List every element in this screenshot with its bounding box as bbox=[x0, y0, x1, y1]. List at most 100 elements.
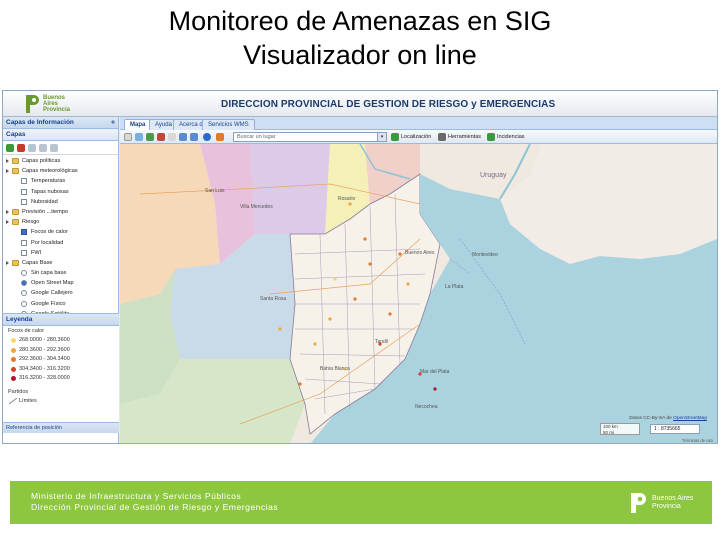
info-icon[interactable] bbox=[203, 133, 211, 141]
expand-arrow-icon[interactable] bbox=[6, 260, 9, 265]
next-view-icon[interactable] bbox=[190, 133, 198, 141]
map-place-label: Buenos Aires bbox=[405, 250, 435, 256]
layer-tree-item[interactable]: Google Físico bbox=[3, 299, 118, 309]
expand-arrow-icon[interactable] bbox=[6, 169, 9, 174]
legend-swatch bbox=[11, 376, 16, 381]
app-logo[interactable]: Buenos Aires Provincia bbox=[25, 94, 95, 114]
osm-link[interactable]: OpenStreetMap bbox=[673, 416, 707, 421]
tab-servicios-wms[interactable]: Servicios WMS bbox=[202, 119, 255, 130]
move-down-icon[interactable] bbox=[50, 143, 58, 152]
basemap-radio[interactable] bbox=[21, 280, 27, 287]
layer-tree-item[interactable]: Temperaturas bbox=[3, 176, 118, 186]
province-p-icon bbox=[26, 95, 39, 113]
footer-text: Ministerio de Infraestructura y Servicio… bbox=[31, 491, 278, 513]
layer-tree-label: Temperaturas bbox=[31, 178, 66, 185]
map-place-label: Villa Mercedes bbox=[240, 204, 273, 210]
layer-checkbox[interactable] bbox=[21, 188, 27, 195]
layer-tree-label: Sin capa base bbox=[31, 270, 67, 277]
map-view[interactable]: San Luis Villa Mercedes Rosario Uruguay Buen… bbox=[120, 144, 717, 443]
legend-title: Leyenda bbox=[6, 316, 33, 323]
zoom-in-icon[interactable] bbox=[146, 133, 154, 141]
basemap-radio[interactable] bbox=[21, 290, 27, 297]
layer-checkbox[interactable] bbox=[21, 229, 27, 236]
legend-rows: 268.0000 - 280.3600 280.3600 - 292.3600 29… bbox=[3, 336, 119, 384]
layer-tree-item[interactable]: Nubosidad bbox=[3, 197, 118, 207]
zoom-extent-icon[interactable] bbox=[168, 133, 176, 141]
expand-arrow-icon[interactable] bbox=[6, 209, 9, 214]
layer-tree-label: Google Callejero bbox=[31, 290, 73, 297]
layer-tree-item[interactable]: Open Street Map bbox=[3, 278, 118, 288]
search-dropdown-icon[interactable]: ▾ bbox=[377, 133, 386, 141]
map-province-cordoba bbox=[250, 144, 330, 234]
search-placeholder: Buscar un lugar bbox=[237, 134, 276, 140]
legend-range-label: 280.3600 - 292.3600 bbox=[19, 346, 70, 353]
legend-header: Leyenda bbox=[3, 314, 119, 326]
layer-checkbox[interactable] bbox=[21, 198, 27, 205]
map-place-label: Rosario bbox=[338, 196, 356, 202]
layer-tree-item[interactable]: Google Callejero bbox=[3, 288, 118, 298]
herramientas-button[interactable]: Herramientas bbox=[448, 132, 481, 142]
localizacion-button[interactable]: Localización bbox=[401, 132, 431, 142]
layer-tree-item[interactable]: Sin capa base bbox=[3, 268, 118, 278]
folder-icon bbox=[12, 219, 19, 226]
basemap-radio[interactable] bbox=[21, 300, 27, 307]
layers-panel-title: Capas de Información bbox=[6, 119, 74, 126]
layer-tree-item[interactable]: Previsión ...tiempo bbox=[3, 207, 118, 217]
scale-bottom: 50 mi bbox=[603, 429, 615, 435]
pan-icon[interactable] bbox=[124, 133, 132, 141]
measure-icon[interactable] bbox=[216, 133, 224, 141]
incidencias-icon bbox=[487, 133, 495, 141]
layer-tree-item[interactable]: Capas meteorológicas bbox=[3, 166, 118, 176]
layer-tree-item[interactable]: Tapas nubosas bbox=[3, 187, 118, 197]
folder-icon bbox=[12, 208, 19, 215]
zoom-box-icon[interactable] bbox=[135, 133, 143, 141]
legend-partidos: Partidos bbox=[8, 388, 29, 395]
slide-footer: Ministerio de Infraestructura y Servicio… bbox=[10, 481, 712, 524]
layer-tree-label: Open Street Map bbox=[31, 280, 74, 287]
collapse-panel-button[interactable]: « bbox=[111, 117, 115, 129]
map-place-label: Tandil bbox=[375, 339, 389, 345]
layer-tree-item[interactable]: Capas políticas bbox=[3, 156, 118, 166]
map-place-label: Mar del Plata bbox=[420, 369, 450, 375]
previous-view-icon[interactable] bbox=[179, 133, 187, 141]
expand-arrow-icon[interactable] bbox=[6, 159, 9, 163]
incidencias-button[interactable]: Incidencias bbox=[497, 132, 525, 142]
terms-link[interactable]: Términos de uso bbox=[682, 438, 713, 443]
expand-arrow-icon[interactable] bbox=[6, 220, 9, 225]
legend-row: 316.3200 - 328.0000 bbox=[3, 374, 119, 384]
layer-tree-item[interactable]: Focos de calor bbox=[3, 227, 118, 237]
slide-title-line1: Monitoreo de Amenazas en SIG bbox=[168, 6, 552, 36]
layer-tree-item[interactable]: Por localidad bbox=[3, 238, 118, 248]
basemap-radio[interactable] bbox=[21, 270, 27, 277]
layer-tree-item[interactable]: FWI bbox=[3, 248, 118, 258]
place-search-input[interactable]: Buscar un lugar ▾ bbox=[233, 132, 387, 142]
folder-icon bbox=[12, 259, 19, 266]
gis-viewer-screenshot: Buenos Aires Provincia DIRECCION PROVINC… bbox=[2, 90, 718, 444]
legend-limites-label: Límites bbox=[19, 397, 37, 404]
tab-mapa[interactable]: Mapa bbox=[124, 119, 152, 130]
layer-tree-label: Capas meteorológicas bbox=[22, 168, 78, 175]
map-place-label: San Luis bbox=[205, 188, 225, 194]
layer-tree-label: Capas Base bbox=[22, 259, 53, 266]
properties-icon[interactable] bbox=[28, 143, 36, 152]
layer-tree-label: Riesgo bbox=[22, 219, 40, 226]
layer-checkbox[interactable] bbox=[21, 178, 27, 185]
zoom-out-icon[interactable] bbox=[157, 133, 165, 141]
scale-selector[interactable]: 1 : 8735665 bbox=[650, 424, 700, 434]
position-reference-bar[interactable]: Referencia de posición bbox=[3, 422, 119, 433]
legend-panel: Leyenda Focos de calor 268.0000 - 280.36… bbox=[3, 313, 119, 433]
layers-subtitle: Capas bbox=[6, 131, 26, 138]
layer-checkbox[interactable] bbox=[21, 249, 27, 256]
layer-checkbox[interactable] bbox=[21, 239, 27, 246]
app-header: Buenos Aires Provincia DIRECCION PROVINC… bbox=[3, 91, 717, 117]
layers-panel-header: Capas de Información « bbox=[3, 117, 118, 129]
layer-tree-item[interactable]: Capas Base bbox=[3, 258, 118, 268]
layer-tree-item[interactable]: Riesgo bbox=[3, 217, 118, 227]
layer-tree-label: Tapas nubosas bbox=[31, 188, 69, 195]
layer-tree-label: Por localidad bbox=[31, 239, 64, 246]
move-up-icon[interactable] bbox=[39, 143, 47, 152]
left-panel: Capas de Información « Capas Capas polít… bbox=[3, 117, 119, 443]
add-layer-icon[interactable] bbox=[6, 143, 14, 152]
legend-row: 280.3600 - 292.3600 bbox=[3, 346, 119, 356]
remove-layer-icon[interactable] bbox=[17, 143, 25, 152]
